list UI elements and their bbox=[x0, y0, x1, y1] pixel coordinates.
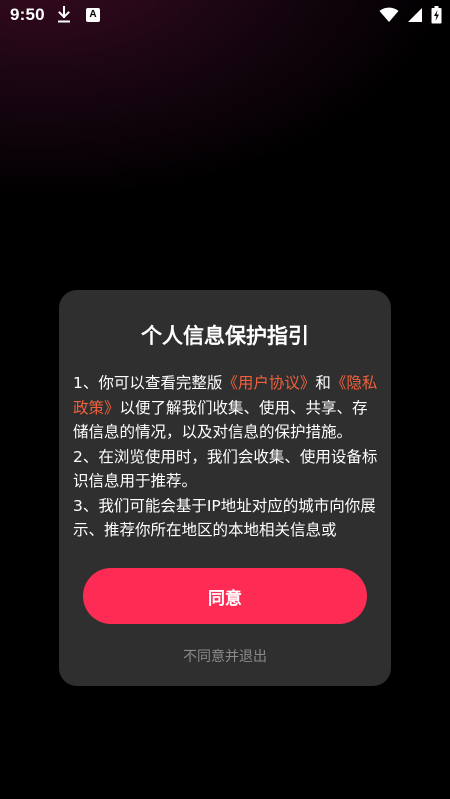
battery-icon bbox=[431, 6, 442, 24]
app-screen: 9:50 A 个人信息保护指引 1、你可以查看完整版《用户协议》和《隐私政策》以… bbox=[0, 0, 450, 799]
wifi-icon bbox=[379, 7, 399, 23]
paragraph-3: 3、我们可能会基于IP地址对应的城市向你展示、推荐你所在地区的本地相关信息或 bbox=[73, 496, 376, 538]
privacy-dialog: 个人信息保护指引 1、你可以查看完整版《用户协议》和《隐私政策》以便了解我们收集… bbox=[59, 290, 391, 686]
download-icon bbox=[56, 6, 72, 24]
user-agreement-link[interactable]: 《用户协议》 bbox=[222, 374, 315, 392]
p1-and: 和 bbox=[315, 374, 331, 392]
paragraph-1: 1、你可以查看完整版《用户协议》和《隐私政策》以便了解我们收集、使用、共享、存储… bbox=[73, 371, 379, 445]
disagree-exit-button[interactable]: 不同意并退出 bbox=[59, 646, 391, 666]
paragraph-2: 2、在浏览使用时，我们会收集、使用设备标识信息用于推荐。 bbox=[73, 447, 378, 491]
agree-button[interactable]: 同意 bbox=[83, 568, 367, 624]
p1-prefix: 1、你可以查看完整版 bbox=[73, 374, 223, 392]
dialog-body-scroll[interactable]: 1、你可以查看完整版《用户协议》和《隐私政策》以便了解我们收集、使用、共享、存储… bbox=[73, 371, 379, 537]
status-bar: 9:50 A bbox=[0, 0, 450, 32]
status-time: 9:50 bbox=[10, 5, 45, 24]
status-left-icons: A bbox=[56, 6, 100, 24]
signal-icon bbox=[407, 7, 423, 23]
status-right-icons bbox=[379, 6, 442, 24]
dialog-title: 个人信息保护指引 bbox=[141, 324, 309, 348]
a-icon: A bbox=[86, 8, 100, 22]
